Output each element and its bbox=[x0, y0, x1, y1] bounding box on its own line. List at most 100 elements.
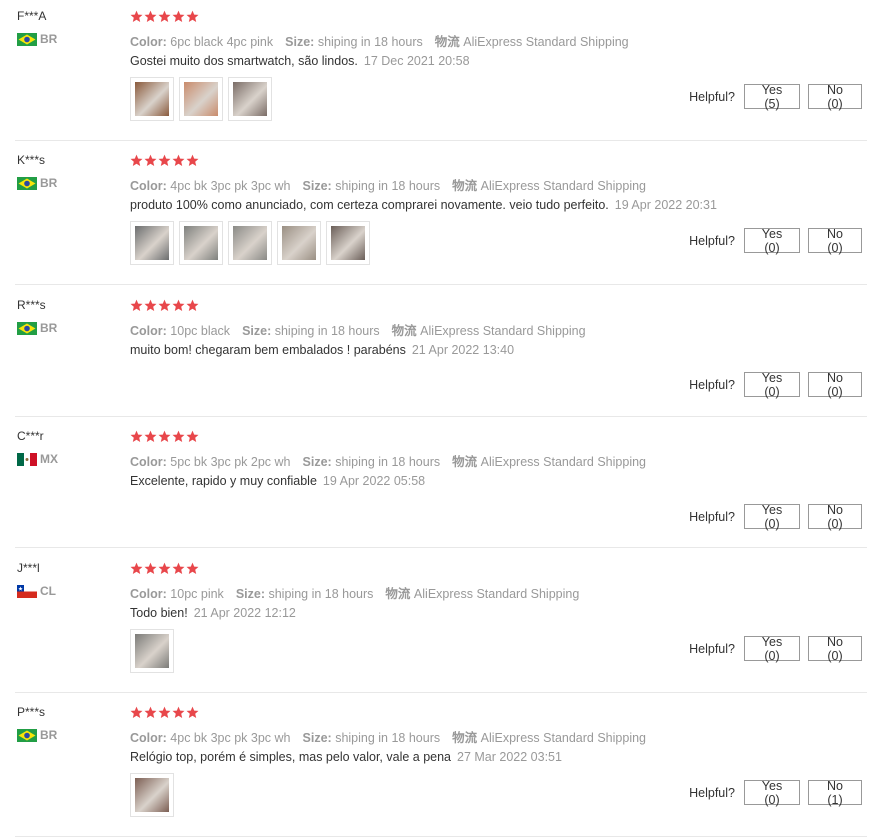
review-photo-thumbnail[interactable] bbox=[179, 221, 223, 265]
reviewer-name: J***l bbox=[17, 561, 40, 575]
review-divider bbox=[15, 692, 867, 693]
size-label: Size: bbox=[285, 35, 315, 49]
color-value: 10pc pink bbox=[170, 587, 224, 601]
helpful-vote: Helpful? Yes (0) No (1) bbox=[689, 779, 862, 807]
helpful-label: Helpful? bbox=[689, 509, 735, 524]
helpful-no-button[interactable]: No (0) bbox=[808, 227, 862, 255]
logistics-value: AliExpress Standard Shipping bbox=[413, 587, 580, 601]
review-photo-thumbnail[interactable] bbox=[130, 629, 174, 673]
logistics-value: AliExpress Standard Shipping bbox=[420, 324, 586, 338]
review-divider bbox=[15, 284, 867, 285]
country-code: BR bbox=[40, 728, 58, 742]
star-rating bbox=[130, 10, 199, 23]
size-value: shiping in 18 hours bbox=[274, 324, 380, 338]
color-label: Color: bbox=[130, 731, 167, 745]
sku-attributes: Color: 6pc black 4pc pink Size: shiping i… bbox=[130, 31, 629, 50]
star-icon bbox=[130, 706, 143, 719]
star-icon bbox=[144, 154, 157, 167]
review-photos bbox=[130, 629, 174, 673]
review-date: 19 Apr 2022 20:31 bbox=[614, 198, 717, 212]
review-photo-thumbnail[interactable] bbox=[228, 221, 272, 265]
helpful-vote: Helpful? Yes (5) No (0) bbox=[689, 83, 862, 111]
star-icon bbox=[186, 10, 199, 23]
review-photo-thumbnail[interactable] bbox=[130, 221, 174, 265]
helpful-no-button[interactable]: No (0) bbox=[808, 503, 862, 531]
color-value: 4pc bk 3pc pk 3pc wh bbox=[170, 731, 291, 745]
helpful-no-button[interactable]: No (0) bbox=[808, 371, 862, 399]
star-icon bbox=[172, 299, 185, 312]
size-label: Size: bbox=[242, 324, 272, 338]
review-photo-thumbnail[interactable] bbox=[179, 77, 223, 121]
star-icon bbox=[158, 706, 171, 719]
review-text: Todo bien! 21 Apr 2022 12:12 bbox=[130, 606, 296, 620]
logistics-label: 物流 bbox=[385, 587, 411, 601]
country-code: BR bbox=[40, 32, 58, 46]
country-code: BR bbox=[40, 176, 58, 190]
review-item: R***s BR Color: 10pc black Size: shiping in… bbox=[0, 298, 881, 428]
helpful-yes-button[interactable]: Yes (0) bbox=[744, 371, 800, 399]
color-label: Color: bbox=[130, 455, 167, 469]
star-icon bbox=[144, 562, 157, 575]
review-photo-thumbnail[interactable] bbox=[326, 221, 370, 265]
brazil-flag-icon bbox=[17, 321, 37, 335]
color-value: 4pc bk 3pc pk 3pc wh bbox=[170, 179, 291, 193]
reviewer-country: BR bbox=[17, 32, 57, 46]
review-item: K***s BR Color: 4pc bk 3pc pk 3pc wh Size: … bbox=[0, 153, 881, 283]
sku-attributes: Color: 10pc pink Size: shiping in 18 hour… bbox=[130, 583, 579, 602]
star-icon bbox=[186, 430, 199, 443]
helpful-label: Helpful? bbox=[689, 233, 735, 248]
star-icon bbox=[172, 154, 185, 167]
size-value: shiping in 18 hours bbox=[335, 731, 441, 745]
brazil-flag-icon bbox=[17, 728, 37, 742]
star-icon bbox=[172, 430, 185, 443]
size-value: shiping in 18 hours bbox=[317, 35, 423, 49]
helpful-yes-button[interactable]: Yes (0) bbox=[744, 227, 800, 255]
star-rating bbox=[130, 299, 199, 312]
helpful-yes-button[interactable]: Yes (5) bbox=[744, 83, 800, 111]
review-text: Gostei muito dos smartwatch, são lindos.… bbox=[130, 54, 470, 68]
star-rating bbox=[130, 706, 199, 719]
size-label: Size: bbox=[302, 179, 332, 193]
sku-attributes: Color: 4pc bk 3pc pk 3pc wh Size: shiping… bbox=[130, 727, 646, 746]
logistics-label: 物流 bbox=[391, 324, 417, 338]
star-icon bbox=[172, 10, 185, 23]
helpful-vote: Helpful? Yes (0) No (0) bbox=[689, 227, 862, 255]
star-rating bbox=[130, 154, 199, 167]
reviewer-country: MX bbox=[17, 452, 58, 466]
star-icon bbox=[144, 299, 157, 312]
review-divider bbox=[15, 140, 867, 141]
helpful-no-button[interactable]: No (0) bbox=[808, 83, 862, 111]
logistics-label: 物流 bbox=[434, 35, 460, 49]
helpful-no-button[interactable]: No (0) bbox=[808, 635, 862, 663]
brazil-flag-icon bbox=[17, 32, 37, 46]
star-icon bbox=[130, 430, 143, 443]
color-label: Color: bbox=[130, 324, 167, 338]
brazil-flag-icon bbox=[17, 176, 37, 190]
review-photos bbox=[130, 221, 370, 265]
review-body: Gostei muito dos smartwatch, são lindos. bbox=[130, 54, 358, 68]
helpful-no-button[interactable]: No (1) bbox=[808, 779, 862, 807]
star-icon bbox=[144, 430, 157, 443]
review-item: F***A BR Color: 6pc black 4pc pink Size: sh… bbox=[0, 9, 881, 139]
star-icon bbox=[130, 154, 143, 167]
logistics-value: AliExpress Standard Shipping bbox=[480, 179, 646, 193]
review-photo-thumbnail[interactable] bbox=[130, 77, 174, 121]
helpful-label: Helpful? bbox=[689, 377, 735, 392]
helpful-label: Helpful? bbox=[689, 641, 735, 656]
star-icon bbox=[186, 562, 199, 575]
review-divider bbox=[15, 416, 867, 417]
star-rating bbox=[130, 562, 199, 575]
review-photo-thumbnail[interactable] bbox=[277, 221, 321, 265]
review-item: J***l CL Color: 10pc pink Size: shiping in … bbox=[0, 561, 881, 691]
logistics-label: 物流 bbox=[452, 179, 478, 193]
review-photo-thumbnail[interactable] bbox=[228, 77, 272, 121]
country-code: CL bbox=[40, 584, 56, 598]
helpful-yes-button[interactable]: Yes (0) bbox=[744, 779, 800, 807]
helpful-yes-button[interactable]: Yes (0) bbox=[744, 635, 800, 663]
reviewer-name: R***s bbox=[17, 298, 46, 312]
review-body: muito bom! chegaram bem embalados ! para… bbox=[130, 343, 406, 357]
star-rating bbox=[130, 430, 199, 443]
helpful-yes-button[interactable]: Yes (0) bbox=[744, 503, 800, 531]
review-photo-thumbnail[interactable] bbox=[130, 773, 174, 817]
country-code: BR bbox=[40, 321, 58, 335]
